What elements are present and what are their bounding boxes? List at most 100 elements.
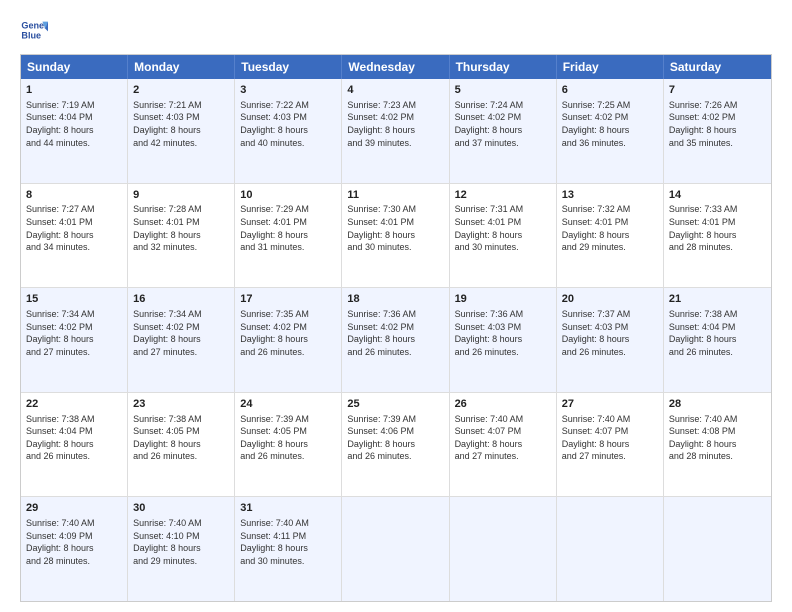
day-number: 22 <box>26 397 122 412</box>
calendar-row-5: 29Sunrise: 7:40 AMSunset: 4:09 PMDayligh… <box>21 497 771 601</box>
day-cell-8: 8Sunrise: 7:27 AMSunset: 4:01 PMDaylight… <box>21 184 128 288</box>
day-info: Sunrise: 7:39 AMSunset: 4:05 PMDaylight:… <box>240 413 336 463</box>
day-number: 13 <box>562 188 658 203</box>
day-info: Sunrise: 7:38 AMSunset: 4:04 PMDaylight:… <box>26 413 122 463</box>
calendar-body: 1Sunrise: 7:19 AMSunset: 4:04 PMDaylight… <box>21 79 771 601</box>
header: General Blue <box>20 16 772 44</box>
day-number: 31 <box>240 501 336 516</box>
day-number: 2 <box>133 83 229 98</box>
day-number: 30 <box>133 501 229 516</box>
day-info: Sunrise: 7:38 AMSunset: 4:05 PMDaylight:… <box>133 413 229 463</box>
calendar-row-3: 15Sunrise: 7:34 AMSunset: 4:02 PMDayligh… <box>21 288 771 393</box>
day-cell-12: 12Sunrise: 7:31 AMSunset: 4:01 PMDayligh… <box>450 184 557 288</box>
day-number: 11 <box>347 188 443 203</box>
day-cell-25: 25Sunrise: 7:39 AMSunset: 4:06 PMDayligh… <box>342 393 449 497</box>
day-number: 29 <box>26 501 122 516</box>
day-cell-27: 27Sunrise: 7:40 AMSunset: 4:07 PMDayligh… <box>557 393 664 497</box>
day-number: 14 <box>669 188 766 203</box>
day-number: 6 <box>562 83 658 98</box>
day-info: Sunrise: 7:31 AMSunset: 4:01 PMDaylight:… <box>455 203 551 253</box>
day-cell-11: 11Sunrise: 7:30 AMSunset: 4:01 PMDayligh… <box>342 184 449 288</box>
day-number: 15 <box>26 292 122 307</box>
day-number: 3 <box>240 83 336 98</box>
day-info: Sunrise: 7:19 AMSunset: 4:04 PMDaylight:… <box>26 99 122 149</box>
day-cell-2: 2Sunrise: 7:21 AMSunset: 4:03 PMDaylight… <box>128 79 235 183</box>
day-number: 17 <box>240 292 336 307</box>
day-number: 21 <box>669 292 766 307</box>
header-cell-monday: Monday <box>128 55 235 79</box>
header-cell-sunday: Sunday <box>21 55 128 79</box>
day-cell-20: 20Sunrise: 7:37 AMSunset: 4:03 PMDayligh… <box>557 288 664 392</box>
day-cell-10: 10Sunrise: 7:29 AMSunset: 4:01 PMDayligh… <box>235 184 342 288</box>
calendar-page: General Blue SundayMondayTuesdayWednesda… <box>0 0 792 612</box>
calendar: SundayMondayTuesdayWednesdayThursdayFrid… <box>20 54 772 602</box>
day-cell-15: 15Sunrise: 7:34 AMSunset: 4:02 PMDayligh… <box>21 288 128 392</box>
day-cell-17: 17Sunrise: 7:35 AMSunset: 4:02 PMDayligh… <box>235 288 342 392</box>
empty-cell <box>342 497 449 601</box>
day-cell-3: 3Sunrise: 7:22 AMSunset: 4:03 PMDaylight… <box>235 79 342 183</box>
logo-icon: General Blue <box>20 16 48 44</box>
day-number: 7 <box>669 83 766 98</box>
day-info: Sunrise: 7:40 AMSunset: 4:07 PMDaylight:… <box>562 413 658 463</box>
day-number: 4 <box>347 83 443 98</box>
day-info: Sunrise: 7:25 AMSunset: 4:02 PMDaylight:… <box>562 99 658 149</box>
day-cell-4: 4Sunrise: 7:23 AMSunset: 4:02 PMDaylight… <box>342 79 449 183</box>
day-number: 16 <box>133 292 229 307</box>
day-number: 12 <box>455 188 551 203</box>
day-number: 19 <box>455 292 551 307</box>
day-info: Sunrise: 7:21 AMSunset: 4:03 PMDaylight:… <box>133 99 229 149</box>
day-number: 1 <box>26 83 122 98</box>
day-info: Sunrise: 7:24 AMSunset: 4:02 PMDaylight:… <box>455 99 551 149</box>
empty-cell <box>557 497 664 601</box>
day-info: Sunrise: 7:40 AMSunset: 4:09 PMDaylight:… <box>26 517 122 567</box>
empty-cell <box>450 497 557 601</box>
header-cell-friday: Friday <box>557 55 664 79</box>
day-info: Sunrise: 7:28 AMSunset: 4:01 PMDaylight:… <box>133 203 229 253</box>
day-info: Sunrise: 7:27 AMSunset: 4:01 PMDaylight:… <box>26 203 122 253</box>
calendar-row-2: 8Sunrise: 7:27 AMSunset: 4:01 PMDaylight… <box>21 184 771 289</box>
day-number: 24 <box>240 397 336 412</box>
day-cell-31: 31Sunrise: 7:40 AMSunset: 4:11 PMDayligh… <box>235 497 342 601</box>
day-cell-23: 23Sunrise: 7:38 AMSunset: 4:05 PMDayligh… <box>128 393 235 497</box>
day-info: Sunrise: 7:39 AMSunset: 4:06 PMDaylight:… <box>347 413 443 463</box>
day-info: Sunrise: 7:33 AMSunset: 4:01 PMDaylight:… <box>669 203 766 253</box>
day-number: 18 <box>347 292 443 307</box>
day-cell-24: 24Sunrise: 7:39 AMSunset: 4:05 PMDayligh… <box>235 393 342 497</box>
day-info: Sunrise: 7:40 AMSunset: 4:08 PMDaylight:… <box>669 413 766 463</box>
day-cell-21: 21Sunrise: 7:38 AMSunset: 4:04 PMDayligh… <box>664 288 771 392</box>
empty-cell <box>664 497 771 601</box>
day-number: 27 <box>562 397 658 412</box>
day-info: Sunrise: 7:38 AMSunset: 4:04 PMDaylight:… <box>669 308 766 358</box>
calendar-header-row: SundayMondayTuesdayWednesdayThursdayFrid… <box>21 55 771 79</box>
day-cell-6: 6Sunrise: 7:25 AMSunset: 4:02 PMDaylight… <box>557 79 664 183</box>
svg-text:Blue: Blue <box>21 30 41 40</box>
day-info: Sunrise: 7:34 AMSunset: 4:02 PMDaylight:… <box>26 308 122 358</box>
day-cell-7: 7Sunrise: 7:26 AMSunset: 4:02 PMDaylight… <box>664 79 771 183</box>
day-info: Sunrise: 7:40 AMSunset: 4:10 PMDaylight:… <box>133 517 229 567</box>
header-cell-thursday: Thursday <box>450 55 557 79</box>
day-cell-13: 13Sunrise: 7:32 AMSunset: 4:01 PMDayligh… <box>557 184 664 288</box>
day-number: 20 <box>562 292 658 307</box>
day-cell-22: 22Sunrise: 7:38 AMSunset: 4:04 PMDayligh… <box>21 393 128 497</box>
day-cell-30: 30Sunrise: 7:40 AMSunset: 4:10 PMDayligh… <box>128 497 235 601</box>
day-cell-26: 26Sunrise: 7:40 AMSunset: 4:07 PMDayligh… <box>450 393 557 497</box>
day-number: 9 <box>133 188 229 203</box>
day-info: Sunrise: 7:36 AMSunset: 4:03 PMDaylight:… <box>455 308 551 358</box>
day-info: Sunrise: 7:32 AMSunset: 4:01 PMDaylight:… <box>562 203 658 253</box>
day-cell-28: 28Sunrise: 7:40 AMSunset: 4:08 PMDayligh… <box>664 393 771 497</box>
day-number: 26 <box>455 397 551 412</box>
day-info: Sunrise: 7:34 AMSunset: 4:02 PMDaylight:… <box>133 308 229 358</box>
day-number: 25 <box>347 397 443 412</box>
day-info: Sunrise: 7:29 AMSunset: 4:01 PMDaylight:… <box>240 203 336 253</box>
day-cell-5: 5Sunrise: 7:24 AMSunset: 4:02 PMDaylight… <box>450 79 557 183</box>
day-cell-14: 14Sunrise: 7:33 AMSunset: 4:01 PMDayligh… <box>664 184 771 288</box>
day-info: Sunrise: 7:36 AMSunset: 4:02 PMDaylight:… <box>347 308 443 358</box>
logo: General Blue <box>20 16 48 44</box>
day-info: Sunrise: 7:23 AMSunset: 4:02 PMDaylight:… <box>347 99 443 149</box>
header-cell-tuesday: Tuesday <box>235 55 342 79</box>
calendar-row-1: 1Sunrise: 7:19 AMSunset: 4:04 PMDaylight… <box>21 79 771 184</box>
day-cell-18: 18Sunrise: 7:36 AMSunset: 4:02 PMDayligh… <box>342 288 449 392</box>
day-number: 28 <box>669 397 766 412</box>
header-cell-wednesday: Wednesday <box>342 55 449 79</box>
day-cell-1: 1Sunrise: 7:19 AMSunset: 4:04 PMDaylight… <box>21 79 128 183</box>
